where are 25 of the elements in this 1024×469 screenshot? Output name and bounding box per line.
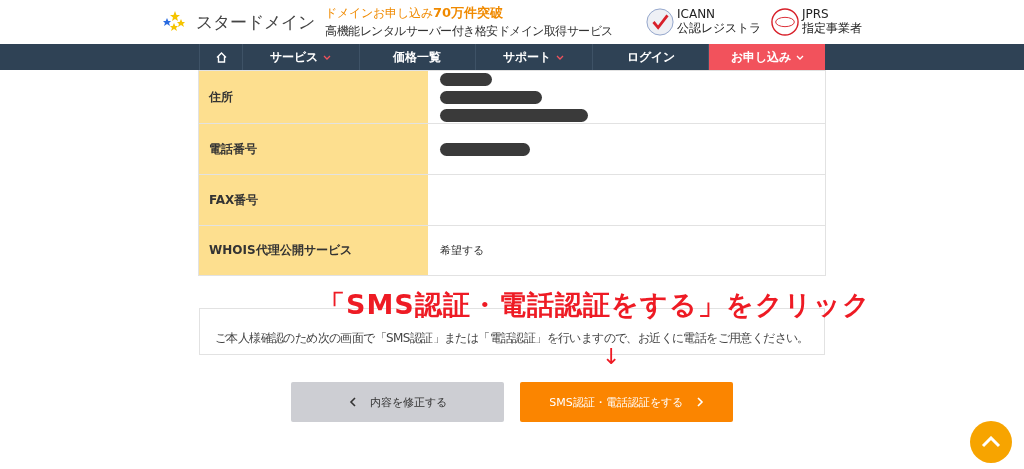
back-button[interactable]: 内容を修正する bbox=[291, 382, 504, 422]
tagline-subtitle: 高機能レンタルサーバー付き格安ドメイン取得サービス bbox=[325, 23, 614, 40]
redaction-bar bbox=[440, 72, 492, 86]
stars-logo-icon bbox=[162, 11, 186, 33]
field-value: 希望する bbox=[440, 243, 485, 258]
notice-text: ご本人様確認のため次の画面で「SMS認証」または「電話認証」を行いますので、お近くに電話をご用意ください。 bbox=[215, 330, 809, 347]
tagline: ドメインお申し込み70万件突破 bbox=[325, 4, 505, 22]
annotation-text: 「SMS認証・電話認証をする」をクリック bbox=[318, 290, 871, 320]
seal-icon bbox=[771, 8, 799, 36]
chevron-left-icon bbox=[348, 397, 356, 407]
nav-tab[interactable]: サービス bbox=[242, 44, 359, 70]
logo-text[interactable]: スタードメイン bbox=[196, 10, 315, 34]
field-label: WHOIS代理公開サービス bbox=[199, 226, 428, 275]
home-icon bbox=[215, 51, 227, 63]
field-label: 住所 bbox=[199, 71, 428, 123]
nav-tab[interactable]: 価格一覧 bbox=[358, 44, 476, 70]
nav-tab[interactable]: サポート bbox=[475, 44, 592, 70]
annotation-arrow: ↓ bbox=[602, 345, 621, 369]
chevron-up-icon bbox=[981, 436, 1001, 448]
badge-text: ICANN 公認レジストラ bbox=[677, 8, 761, 36]
field-label: FAX番号 bbox=[199, 175, 428, 225]
field-label: 電話番号 bbox=[199, 124, 428, 174]
seal-icon bbox=[646, 8, 674, 36]
badge-text: JPRS 指定事業者 bbox=[802, 8, 862, 36]
chevron-right-icon bbox=[696, 397, 704, 407]
